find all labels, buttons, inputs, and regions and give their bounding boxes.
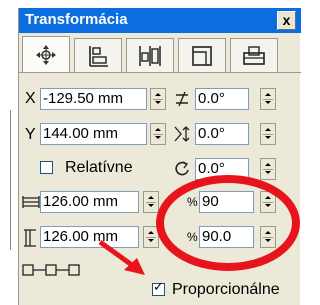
annotation-overlay [98, 175, 300, 275]
highlight-circle [156, 175, 300, 271]
